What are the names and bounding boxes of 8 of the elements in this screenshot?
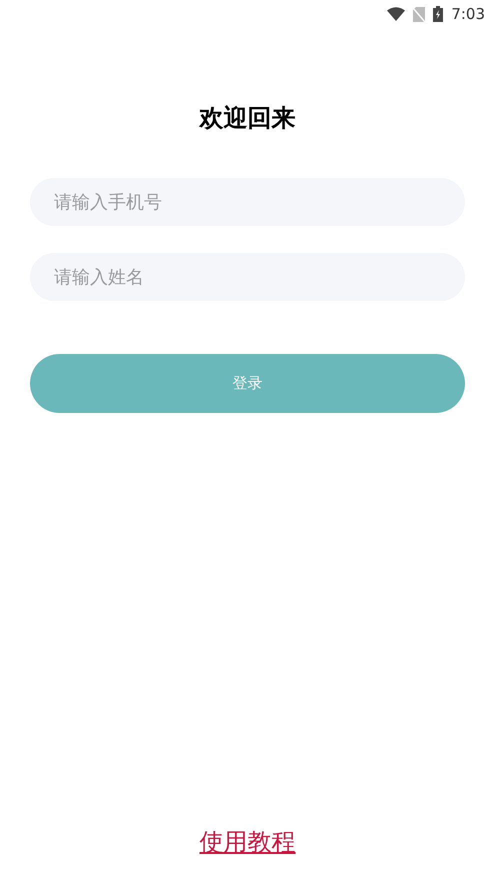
page-title: 欢迎回来 xyxy=(200,103,296,134)
status-time: 7:03 xyxy=(451,5,485,23)
input-field[interactable]: 请输入手机号 xyxy=(30,178,465,226)
no-sim-icon xyxy=(413,6,426,22)
wifi-icon xyxy=(387,7,406,21)
battery-icon xyxy=(433,6,444,22)
input-field[interactable]: 请输入姓名 xyxy=(30,253,465,301)
tutorial-link[interactable]: 使用教程 xyxy=(200,826,296,858)
